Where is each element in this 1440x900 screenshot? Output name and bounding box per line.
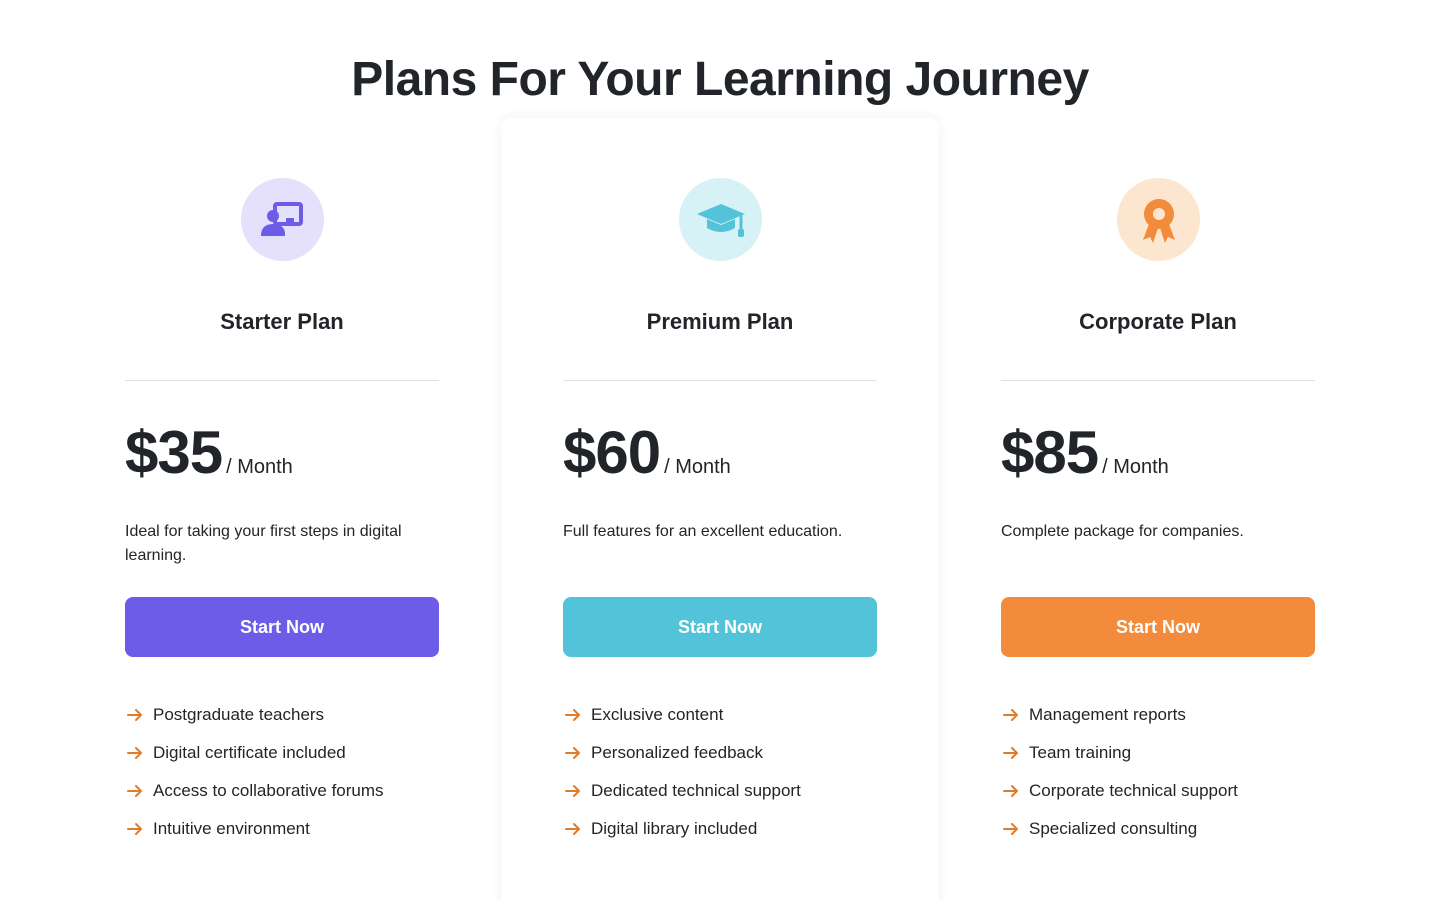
arrow-right-icon <box>1001 819 1021 839</box>
list-item: Digital library included <box>563 810 877 848</box>
arrow-right-icon <box>1001 705 1021 725</box>
chalkboard-teacher-icon <box>260 201 303 236</box>
feature-text: Team training <box>1029 743 1132 762</box>
feature-text: Access to collaborative forums <box>153 781 384 800</box>
plan-icon-circle <box>679 178 762 261</box>
list-item: Personalized feedback <box>563 734 877 772</box>
plan-card-starter: Starter Plan $35 / Month Ideal for takin… <box>63 118 501 900</box>
arrow-right-icon <box>563 819 583 839</box>
award-ribbon-icon <box>1142 198 1175 243</box>
arrow-right-icon <box>125 819 145 839</box>
arrow-right-icon <box>125 781 145 801</box>
list-item: Digital certificate included <box>125 734 439 772</box>
feature-list: Management reports Team training Corpora… <box>1001 696 1315 848</box>
list-item: Access to collaborative forums <box>125 772 439 810</box>
divider <box>125 380 439 381</box>
price: $60 <box>563 419 661 486</box>
feature-text: Corporate technical support <box>1029 781 1238 800</box>
plan-icon-circle <box>241 178 324 261</box>
plan-card-premium: Premium Plan $60 / Month Full features f… <box>501 118 939 900</box>
list-item: Exclusive content <box>563 696 877 734</box>
list-item: Intuitive environment <box>125 810 439 848</box>
graduation-cap-icon <box>696 203 745 237</box>
arrow-right-icon <box>563 781 583 801</box>
plan-name: Starter Plan <box>220 309 344 334</box>
plan-description: Complete package for companies. <box>1001 523 1244 540</box>
arrow-right-icon <box>125 743 145 763</box>
feature-list: Postgraduate teachers Digital certificat… <box>125 696 439 848</box>
pricing-page: Plans For Your Learning Journey Starter … <box>0 0 1440 900</box>
list-item: Postgraduate teachers <box>125 696 439 734</box>
price-period: / Month <box>1102 456 1169 478</box>
arrow-right-icon <box>1001 781 1021 801</box>
start-now-button-starter[interactable]: Start Now <box>125 597 439 657</box>
plan-name: Corporate Plan <box>1079 309 1237 334</box>
feature-list: Exclusive content Personalized feedback … <box>563 696 877 848</box>
feature-text: Management reports <box>1029 705 1186 724</box>
list-item: Dedicated technical support <box>563 772 877 810</box>
list-item: Corporate technical support <box>1001 772 1315 810</box>
arrow-right-icon <box>563 705 583 725</box>
price: $85 <box>1001 419 1099 486</box>
plan-name: Premium Plan <box>646 309 794 334</box>
list-item: Team training <box>1001 734 1315 772</box>
plan-description: Ideal for taking your first steps in dig… <box>125 523 402 564</box>
feature-text: Dedicated technical support <box>591 781 801 800</box>
start-now-button-premium[interactable]: Start Now <box>563 597 877 657</box>
price: $35 <box>125 419 223 486</box>
feature-text: Digital certificate included <box>153 743 346 762</box>
start-now-button-corporate[interactable]: Start Now <box>1001 597 1315 657</box>
feature-text: Postgraduate teachers <box>153 705 325 724</box>
plan-description: Full features for an excellent education… <box>563 523 843 540</box>
feature-text: Personalized feedback <box>591 743 764 762</box>
feature-text: Intuitive environment <box>153 819 310 838</box>
arrow-right-icon <box>125 705 145 725</box>
feature-text: Digital library included <box>591 819 758 838</box>
page-title: Plans For Your Learning Journey <box>351 53 1089 106</box>
feature-text: Specialized consulting <box>1029 819 1198 838</box>
list-item: Specialized consulting <box>1001 810 1315 848</box>
arrow-right-icon <box>563 743 583 763</box>
divider <box>1001 380 1315 381</box>
price-row: $35 / Month <box>125 418 439 487</box>
price-row: $60 / Month <box>563 418 877 487</box>
plan-card-corporate: Corporate Plan $85 / Month Complete pack… <box>939 118 1377 900</box>
arrow-right-icon <box>1001 743 1021 763</box>
price-period: / Month <box>226 456 293 478</box>
list-item: Management reports <box>1001 696 1315 734</box>
divider <box>563 380 877 381</box>
plan-icon-circle <box>1117 178 1200 261</box>
feature-text: Exclusive content <box>591 705 724 724</box>
price-period: / Month <box>664 456 731 478</box>
price-row: $85 / Month <box>1001 418 1315 487</box>
